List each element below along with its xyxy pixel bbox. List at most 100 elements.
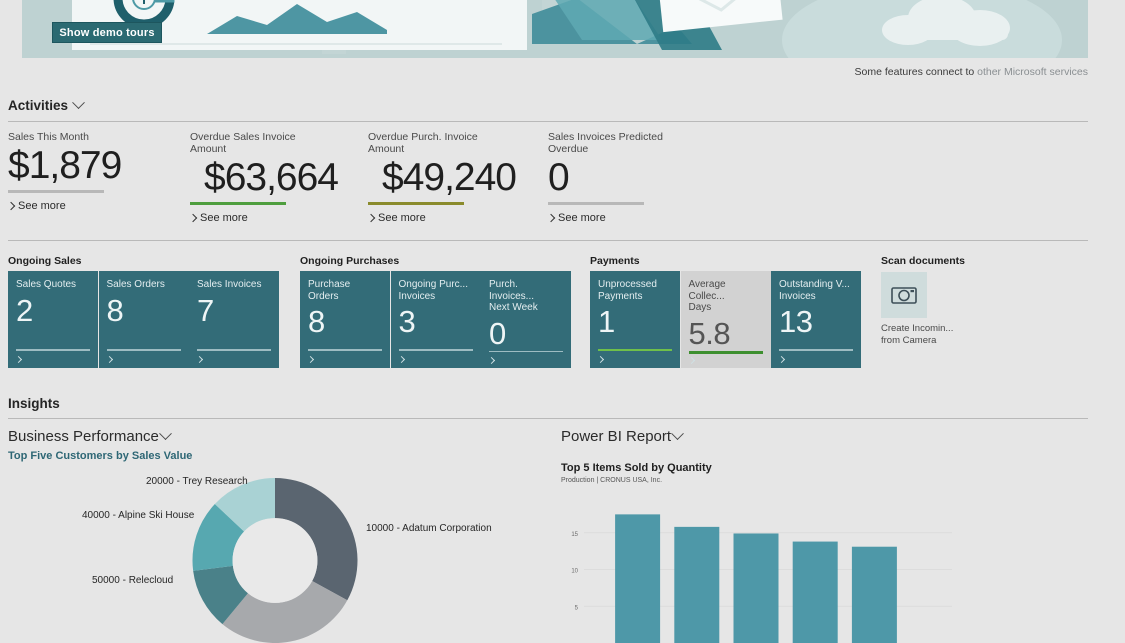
tile-value: 13 [779, 305, 853, 339]
kpi-label: Overdue Purch. Invoice Amount [368, 131, 518, 155]
activities-label: Activities [8, 98, 68, 113]
activities-section-header[interactable]: Activities [8, 98, 83, 113]
chevron-right-icon [196, 356, 203, 363]
tile-value: 8 [107, 294, 181, 328]
y-axis-tick-label: 15 [571, 532, 578, 538]
kpi-tile[interactable]: Average Collec... Days5.8 [681, 271, 771, 368]
chevron-right-icon [597, 356, 604, 363]
power-bi-report-header[interactable]: Power BI Report [561, 428, 682, 445]
tile-value: 0 [489, 317, 563, 351]
scan-documents-label: Scan documents [881, 255, 965, 267]
kpi-label: Sales This Month [8, 131, 158, 143]
kpi-tile[interactable]: Outstanding V... Invoices 13 [771, 271, 861, 368]
y-axis-tick-label: 5 [575, 605, 579, 611]
business-performance-header[interactable]: Business Performance [8, 428, 170, 445]
see-more-link[interactable]: See more [548, 212, 698, 224]
bar-chart-subtitle: Production | CRONUS USA, Inc. [561, 477, 662, 484]
tile-title: Purch. Invoices... Next Week [489, 279, 563, 314]
camera-icon [891, 285, 917, 305]
tiles-divider [8, 240, 1088, 241]
tile-value: 2 [16, 294, 90, 328]
kpi-tile[interactable]: Purchase Orders 8 [300, 271, 390, 368]
tile-title: Outstanding V... Invoices [779, 279, 853, 302]
tile-drilldown[interactable] [399, 351, 473, 368]
tile-drilldown[interactable] [107, 351, 181, 368]
chevron-right-icon [7, 202, 15, 210]
tile-title: Ongoing Purc... Invoices [399, 279, 473, 302]
tile-value: 3 [399, 305, 473, 339]
chevron-down-icon [159, 427, 172, 440]
donut-label-relecloud: 50000 - Relecloud [92, 575, 173, 586]
kpi-label: Sales Invoices Predicted Overdue [548, 131, 698, 155]
chevron-right-icon [189, 214, 197, 222]
tile-title: Sales Invoices [197, 279, 271, 291]
kpi-tile[interactable]: Purch. Invoices... Next Week0 [481, 271, 571, 368]
bar[interactable] [734, 533, 779, 643]
kpi-card: Overdue Sales Invoice Amount$63,664 See m… [190, 131, 340, 224]
chevron-right-icon [15, 356, 22, 363]
kpi-trend-bar [8, 190, 104, 193]
tile-title: Sales Quotes [16, 279, 90, 291]
chevron-right-icon [307, 356, 314, 363]
y-axis-tick-label: 10 [571, 569, 578, 575]
chevron-right-icon [488, 357, 495, 364]
business-performance-label: Business Performance [8, 428, 159, 445]
chevron-down-icon [72, 96, 85, 109]
tile-drilldown[interactable] [489, 352, 563, 368]
create-incoming-from-camera-button[interactable] [881, 272, 927, 318]
tile-value: 5.8 [689, 317, 763, 351]
donut-chart-title: Top Five Customers by Sales Value [8, 450, 192, 462]
see-more-link[interactable]: See more [190, 212, 340, 224]
tile-value: 7 [197, 294, 271, 328]
kpi-tile[interactable]: Ongoing Purc... Invoices 3 [391, 271, 481, 368]
see-more-label: See more [378, 212, 426, 224]
kpi-value: $63,664 [190, 156, 340, 200]
kpi-tile[interactable]: Unprocessed Payments1 [590, 271, 680, 368]
kpi-label: Overdue Sales Invoice Amount [190, 131, 340, 155]
tile-title: Sales Orders [107, 279, 181, 291]
kpi-tile[interactable]: Sales Quotes 2 [8, 271, 98, 368]
chevron-right-icon [687, 357, 694, 364]
see-more-label: See more [558, 212, 606, 224]
bar[interactable] [674, 527, 719, 643]
bar[interactable] [852, 547, 897, 643]
tile-drilldown[interactable] [308, 351, 382, 368]
tile-title: Average Collec... Days [689, 279, 763, 314]
activities-divider [8, 121, 1088, 122]
bar[interactable] [615, 514, 660, 643]
kpi-card: Overdue Purch. Invoice Amount$49,240See … [368, 131, 518, 224]
chevron-right-icon [105, 356, 112, 363]
tile-drilldown[interactable] [598, 351, 672, 368]
banner-illustration [22, 0, 1088, 58]
kpi-trend-bar [548, 202, 644, 205]
show-demo-tours-button[interactable]: Show demo tours [52, 22, 162, 43]
scan-caption: Create Incomin... from Camera [881, 323, 966, 346]
see-more-label: See more [18, 200, 66, 212]
kpi-card: Sales This Month$1,879See more [8, 131, 158, 212]
chevron-right-icon [397, 356, 404, 363]
see-more-link[interactable]: See more [368, 212, 518, 224]
insights-label: Insights [8, 396, 60, 411]
tile-value: 8 [308, 305, 382, 339]
kpi-tile[interactable]: Sales Invoices 7 [189, 271, 279, 368]
tile-drilldown[interactable] [689, 354, 763, 368]
chevron-right-icon [547, 214, 555, 222]
banner-note: Some features connect to other Microsoft… [855, 66, 1088, 78]
power-bi-report-label: Power BI Report [561, 428, 671, 445]
see-more-link[interactable]: See more [8, 200, 158, 212]
bar-chart-title: Top 5 Items Sold by Quantity [561, 462, 712, 474]
tile-drilldown[interactable] [197, 351, 271, 368]
tile-group-label: Payments [590, 255, 640, 267]
tile-drilldown[interactable] [16, 351, 90, 368]
bar[interactable] [793, 542, 838, 643]
tile-drilldown[interactable] [779, 351, 853, 368]
see-more-label: See more [200, 212, 248, 224]
chevron-right-icon [778, 356, 785, 363]
chevron-down-icon [671, 427, 684, 440]
donut-label-adatum-corporation: 10000 - Adatum Corporation [366, 523, 492, 534]
insights-section-header: Insights [8, 396, 60, 411]
tile-title: Purchase Orders [308, 279, 382, 302]
microsoft-services-link[interactable]: other Microsoft services [977, 66, 1088, 78]
kpi-trend-bar [190, 202, 286, 205]
kpi-tile[interactable]: Sales Orders 8 [99, 271, 189, 368]
